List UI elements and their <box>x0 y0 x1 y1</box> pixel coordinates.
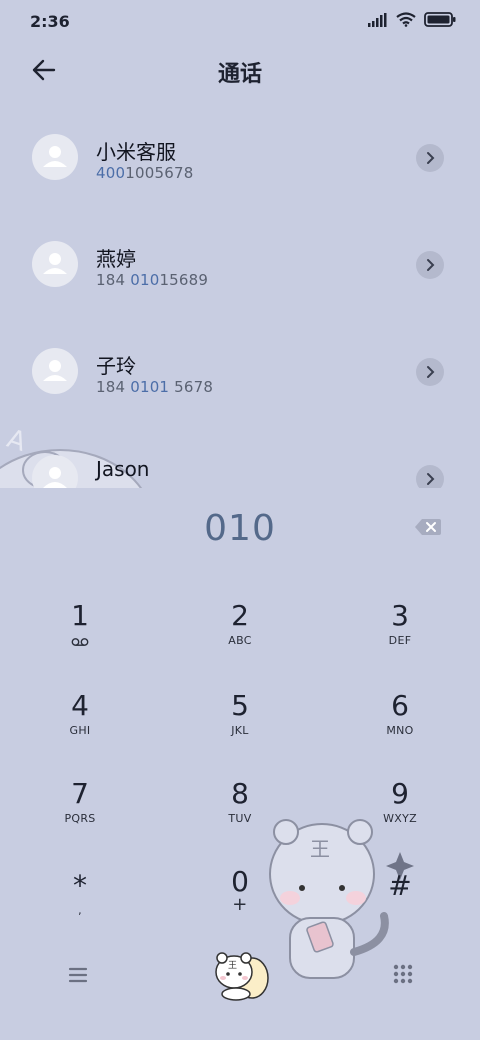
key-2[interactable]: 2 ABC <box>180 600 300 680</box>
key-hash[interactable]: # <box>340 870 460 950</box>
key-0[interactable]: 0 + <box>180 866 300 946</box>
avatar <box>32 241 78 287</box>
signal-icon <box>368 12 387 27</box>
tiger-call-icon: 王 <box>215 952 269 1001</box>
status-icons <box>368 12 456 27</box>
contact-name: Jason <box>96 457 150 481</box>
key-9[interactable]: 9 WXYZ <box>340 778 460 858</box>
person-icon <box>43 467 67 488</box>
contact-row[interactable]: 子玲 184 0101 5678 <box>0 324 480 431</box>
voicemail-icon <box>71 638 89 646</box>
contact-number: 184 01015689 <box>96 271 209 289</box>
key-1[interactable]: 1 <box>20 600 140 680</box>
call-button[interactable]: 王 <box>210 948 272 1002</box>
contact-details-button[interactable] <box>416 251 444 279</box>
person-icon <box>43 360 67 381</box>
menu-icon <box>68 967 88 983</box>
contact-row[interactable]: 小米客服 4001005678 <box>0 110 480 217</box>
contact-details-button[interactable] <box>416 465 444 488</box>
avatar <box>32 348 78 394</box>
chevron-right-icon <box>427 473 435 485</box>
dialpad-toggle-button[interactable] <box>390 962 416 988</box>
status-bar: 2:36 <box>0 0 480 44</box>
contact-name: 子玲 <box>96 354 136 378</box>
backspace-button[interactable] <box>414 516 442 538</box>
dialed-number: 010 <box>204 508 276 549</box>
page-title: 通话 <box>217 62 262 87</box>
key-6[interactable]: 6 MNO <box>340 690 460 770</box>
key-4[interactable]: 4 GHI <box>20 690 140 770</box>
dial-input[interactable]: 010 <box>0 488 480 568</box>
contact-details-button[interactable] <box>416 358 444 386</box>
chevron-right-icon <box>427 152 435 164</box>
person-icon <box>43 253 67 274</box>
contact-name: 小米客服 <box>96 140 176 164</box>
avatar <box>32 455 78 488</box>
contact-name: 燕婷 <box>96 247 136 271</box>
contact-row[interactable]: Jason <box>0 431 480 488</box>
menu-button[interactable] <box>64 960 92 988</box>
key-7[interactable]: 7 PQRS <box>20 778 140 858</box>
status-time: 2:36 <box>30 12 70 31</box>
contact-number: 184 0101 5678 <box>96 378 214 396</box>
battery-icon <box>424 12 456 27</box>
tiger-mark: 王 <box>310 837 330 861</box>
key-3[interactable]: 3 DEF <box>340 600 460 680</box>
tiger-mark: 王 <box>228 960 237 971</box>
contact-number: 4001005678 <box>96 164 194 182</box>
contact-list[interactable]: A 王 小米客服 4001005678 燕婷 184 01015689 子玲 1… <box>0 110 480 488</box>
key-5[interactable]: 5 JKL <box>180 690 300 770</box>
avatar <box>32 134 78 180</box>
wifi-icon <box>396 12 416 27</box>
contact-row[interactable]: 燕婷 184 01015689 <box>0 217 480 324</box>
key-star[interactable]: * , <box>20 870 140 950</box>
contact-details-button[interactable] <box>416 144 444 172</box>
chevron-right-icon <box>427 259 435 271</box>
chevron-right-icon <box>427 366 435 378</box>
backspace-icon <box>415 519 441 535</box>
dialpad-icon <box>393 964 413 984</box>
person-icon <box>43 146 67 167</box>
